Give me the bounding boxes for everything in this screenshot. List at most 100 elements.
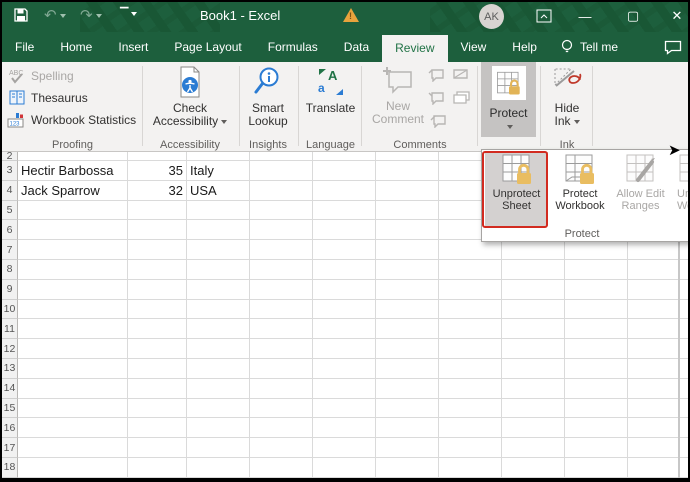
cell[interactable] — [250, 418, 313, 438]
tab-help[interactable]: Help — [499, 32, 550, 62]
cell[interactable] — [439, 458, 502, 478]
cell[interactable] — [250, 260, 313, 280]
cell[interactable] — [187, 240, 250, 260]
tab-page-layout[interactable]: Page Layout — [161, 32, 254, 62]
maximize-button[interactable]: ▢ — [616, 0, 650, 32]
cell[interactable] — [128, 300, 187, 320]
cell[interactable] — [18, 260, 128, 280]
cell[interactable] — [250, 399, 313, 419]
smart-lookup-button[interactable]: Smart Lookup — [243, 66, 293, 128]
cell[interactable] — [128, 458, 187, 478]
row-header-18[interactable]: 18 — [2, 458, 18, 478]
cell[interactable] — [565, 418, 628, 438]
allow-edit-ranges-button[interactable]: Allow Edit Ranges — [612, 152, 669, 226]
cell[interactable] — [128, 379, 187, 399]
cell[interactable] — [250, 379, 313, 399]
row-header-17[interactable]: 17 — [2, 438, 18, 458]
save-icon[interactable] — [13, 7, 29, 28]
cell-C4[interactable]: USA — [187, 181, 250, 201]
cell[interactable] — [313, 319, 376, 339]
cell[interactable] — [187, 152, 250, 161]
row-header-14[interactable]: 14 — [2, 379, 18, 399]
cell[interactable] — [376, 152, 439, 161]
cell[interactable] — [250, 339, 313, 359]
cell[interactable] — [18, 300, 128, 320]
cell[interactable] — [376, 399, 439, 419]
row-header-5[interactable]: 5 — [2, 201, 18, 221]
cell[interactable] — [502, 458, 565, 478]
tab-formulas[interactable]: Formulas — [255, 32, 331, 62]
cell[interactable] — [376, 161, 439, 181]
cell[interactable] — [376, 240, 439, 260]
cell[interactable] — [128, 339, 187, 359]
cell[interactable] — [313, 418, 376, 438]
cell[interactable] — [313, 339, 376, 359]
cell[interactable] — [439, 418, 502, 438]
cell[interactable] — [313, 181, 376, 201]
cell[interactable] — [313, 300, 376, 320]
cell[interactable] — [187, 399, 250, 419]
cell[interactable] — [313, 280, 376, 300]
protect-workbook-button[interactable]: Protect Workbook — [550, 152, 610, 226]
cell[interactable] — [250, 161, 313, 181]
cell[interactable] — [502, 319, 565, 339]
cell[interactable] — [18, 280, 128, 300]
cell[interactable] — [250, 181, 313, 201]
cell[interactable] — [18, 319, 128, 339]
cell[interactable] — [18, 152, 128, 161]
cell[interactable] — [18, 201, 128, 221]
next-comment-icon[interactable] — [452, 68, 469, 82]
cell[interactable] — [128, 152, 187, 161]
cell[interactable] — [565, 359, 628, 379]
cell[interactable] — [565, 300, 628, 320]
cell[interactable] — [376, 300, 439, 320]
cell[interactable] — [250, 300, 313, 320]
cell[interactable] — [502, 399, 565, 419]
cell[interactable] — [187, 379, 250, 399]
cell[interactable] — [376, 220, 439, 240]
cell[interactable] — [313, 399, 376, 419]
ribbon-display-options-icon[interactable] — [527, 0, 561, 32]
cell[interactable] — [376, 339, 439, 359]
cell[interactable] — [376, 201, 439, 221]
cell[interactable] — [439, 300, 502, 320]
row-header-10[interactable]: 10 — [2, 300, 18, 320]
cell[interactable] — [128, 260, 187, 280]
cell[interactable] — [376, 458, 439, 478]
customize-qat-icon[interactable]: ▔ — [120, 5, 137, 23]
cell[interactable] — [502, 418, 565, 438]
cell[interactable] — [439, 319, 502, 339]
cell[interactable] — [250, 359, 313, 379]
translate-button[interactable]: Aa Translate — [303, 66, 358, 115]
cell[interactable] — [439, 339, 502, 359]
close-button[interactable]: ✕ — [660, 0, 690, 32]
tab-file[interactable]: File — [2, 32, 47, 62]
row-header-4[interactable]: 4 — [2, 181, 18, 201]
cell[interactable] — [439, 379, 502, 399]
cell[interactable] — [128, 359, 187, 379]
cell[interactable] — [502, 240, 565, 260]
cell[interactable] — [18, 379, 128, 399]
cell[interactable] — [18, 458, 128, 478]
cell[interactable] — [376, 418, 439, 438]
cell[interactable] — [313, 152, 376, 161]
cell[interactable] — [187, 418, 250, 438]
tab-view[interactable]: View — [448, 32, 500, 62]
cell[interactable] — [313, 240, 376, 260]
cell[interactable] — [313, 438, 376, 458]
cell[interactable] — [187, 359, 250, 379]
row-header-8[interactable]: 8 — [2, 260, 18, 280]
cell[interactable] — [18, 399, 128, 419]
cell[interactable] — [187, 260, 250, 280]
cell[interactable] — [565, 260, 628, 280]
cell[interactable] — [439, 399, 502, 419]
cell[interactable] — [128, 399, 187, 419]
previous-comment-icon[interactable] — [428, 68, 445, 82]
cell[interactable] — [376, 181, 439, 201]
cell[interactable] — [376, 260, 439, 280]
cell[interactable] — [565, 319, 628, 339]
cell[interactable] — [250, 201, 313, 221]
new-comment-button[interactable]: New Comment — [370, 66, 426, 126]
cell[interactable] — [187, 280, 250, 300]
cell[interactable] — [187, 438, 250, 458]
